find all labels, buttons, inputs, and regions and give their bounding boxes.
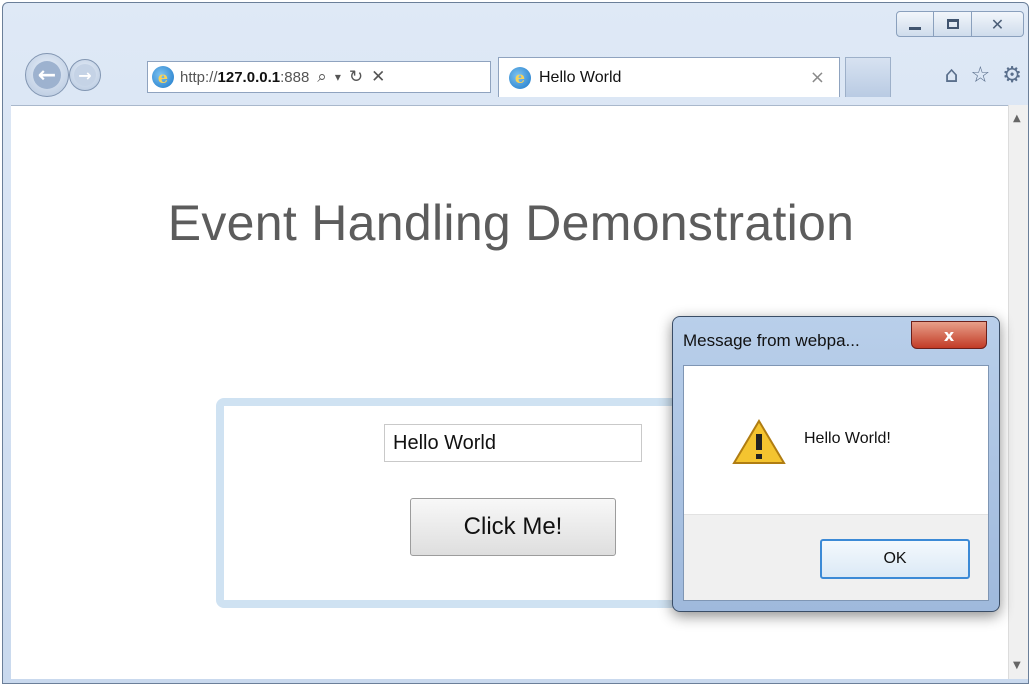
command-icons: ⌂ ☆ ⚙ [945, 63, 1022, 88]
dialog-body: Hello World! OK [683, 365, 989, 601]
url-scheme: http:// [180, 68, 218, 86]
dialog-title: Message from webpa... [683, 331, 860, 350]
minimize-icon [909, 26, 921, 30]
dropdown-icon[interactable]: ▾ [335, 70, 341, 84]
close-icon: ✕ [990, 14, 1005, 34]
address-bar[interactable]: e http://127.0.0.1:888 ⌕ ▾ ↻ ✕ [147, 61, 491, 93]
search-icon[interactable]: ⌕ [317, 67, 327, 87]
scroll-down-icon[interactable]: ▼ [1013, 660, 1021, 671]
click-me-button[interactable]: Click Me! [410, 498, 616, 556]
window-controls: ✕ [896, 11, 1024, 41]
ie-tab-icon: e [509, 66, 531, 89]
maximize-button[interactable] [934, 11, 972, 37]
dialog-footer: OK [684, 514, 988, 600]
dialog-close-icon: x [943, 325, 955, 345]
refresh-icon[interactable]: ↻ [349, 67, 363, 87]
home-icon[interactable]: ⌂ [945, 63, 959, 88]
warning-icon [732, 419, 786, 464]
dialog-close-button[interactable]: x [911, 321, 987, 349]
url-host: 127.0.0.1 [217, 68, 281, 86]
forward-button[interactable]: → [69, 59, 101, 91]
favorites-icon[interactable]: ☆ [971, 63, 991, 88]
window-close-button[interactable]: ✕ [972, 11, 1024, 37]
dialog-message: Hello World! [804, 430, 891, 447]
minimize-button[interactable] [896, 11, 934, 37]
address-actions: ⌕ ▾ ↻ ✕ [317, 67, 385, 87]
back-button[interactable]: ← [25, 53, 69, 97]
back-arrow-icon: ← [33, 61, 61, 89]
scroll-up-icon[interactable]: ▲ [1013, 113, 1021, 124]
ie-page-icon: e [152, 66, 174, 88]
new-tab-button[interactable] [845, 57, 891, 97]
url-port: :888 [280, 68, 310, 86]
alert-dialog: Message from webpa... x Hello World! OK [672, 316, 1000, 612]
ok-button[interactable]: OK [820, 539, 970, 579]
vertical-scrollbar[interactable]: ▲ ▼ [1008, 105, 1028, 679]
forward-arrow-icon: → [74, 64, 96, 86]
tab-close-icon[interactable]: × [810, 67, 825, 88]
stop-icon[interactable]: ✕ [371, 67, 385, 87]
tab-hello-world[interactable]: e Hello World × [498, 57, 840, 97]
page-heading: Event Handling Demonstration [167, 195, 855, 251]
message-input[interactable] [384, 424, 642, 462]
browser-toolbar: ← → e http://127.0.0.1:888 ⌕ ▾ ↻ ✕ e Hel… [3, 43, 1028, 105]
tools-gear-icon[interactable]: ⚙ [1002, 63, 1022, 88]
address-url[interactable]: http://127.0.0.1:888 [180, 69, 309, 86]
tab-title: Hello World [539, 68, 622, 86]
form-panel: Click Me! [216, 398, 716, 608]
maximize-icon [946, 19, 959, 29]
